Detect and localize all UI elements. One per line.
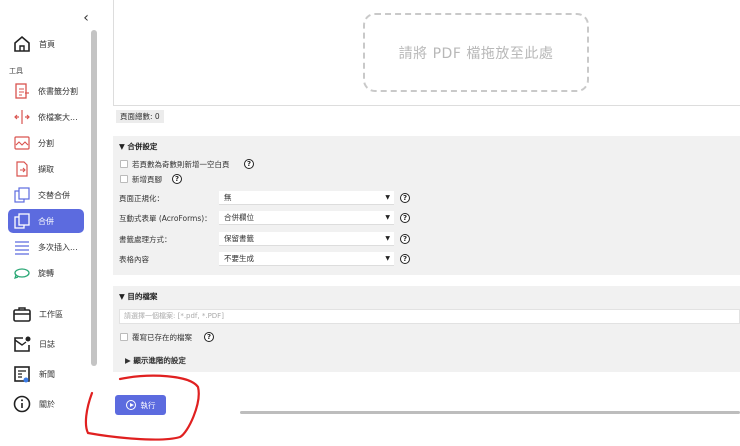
multi-insert-icon [15,241,29,255]
overwrite-checkbox[interactable] [120,333,128,341]
table-of-contents-label: 表格內容 [119,255,149,264]
footer-checkbox[interactable] [120,175,128,183]
bookmark-handling-label: 書籤處理方式： [119,235,172,244]
main-content: 請將 PDF 檔拖放至此處 頁面總數: 0 ▼ 合併設定 若頁數為奇數則新增一空… [113,0,740,446]
select-value: 合併欄位 [224,213,254,222]
horizontal-scrollbar[interactable] [240,411,740,414]
sidebar-item-label: 首頁 [39,39,55,49]
normalize-select[interactable]: 無 ▼ [219,191,394,205]
run-button-label: 執行 [140,400,156,410]
briefcase-icon [13,307,31,322]
merge-settings-title[interactable]: ▼ 合併設定 [119,141,157,152]
sidebar-item-label: 工作區 [39,309,63,319]
sidebar-item-label: 擷取 [38,164,54,174]
rotate-icon [14,268,30,279]
select-value: 保留書籤 [224,234,254,243]
sidebar-item-label: 合併 [38,216,54,226]
split-icon [14,136,30,150]
help-icon[interactable]: ? [400,193,410,203]
home-icon [14,35,30,52]
select-value: 不要生成 [224,254,254,263]
overwrite-label: 覆寫已存在的檔案 [132,333,192,342]
sidebar-item-label: 依檔案大... [38,112,78,122]
sidebar-item-multi-insert[interactable]: 多次插入... [8,235,84,259]
sidebar-item-workspace[interactable]: 工作區 [8,301,84,327]
chevron-down-icon: ▼ [385,235,390,242]
acroforms-select[interactable]: 合併欄位 ▼ [219,211,394,225]
destination-panel: ▼ 目的檔案 覆寫已存在的檔案 ? ▶ 顯示進階的設定 [113,286,740,372]
sidebar: ‹ 首頁 工具 依書籤分割 依檔案大... 分割 擷取 交替合併 合併 多次插入… [0,0,100,446]
normalize-label: 頁面正規化： [119,194,164,203]
alternate-merge-icon [14,187,30,203]
help-icon[interactable]: ? [400,234,410,244]
news-icon [14,366,30,383]
sidebar-scrollbar[interactable] [91,30,97,366]
sidebar-item-label: 關於 [39,399,55,409]
tools-section-label: 工具 [9,67,23,75]
merge-settings-panel: ▼ 合併設定 若頁數為奇數則新增一空白頁 ? 新增頁腳 ? 頁面正規化： 無 ▼ … [113,136,740,275]
sidebar-item-alternate-merge[interactable]: 交替合併 [8,183,84,207]
sidebar-item-extract[interactable]: 擷取 [8,157,84,181]
destination-title[interactable]: ▼ 目的檔案 [119,291,157,302]
chevron-down-icon: ▼ [385,214,390,221]
destination-path-input[interactable]: 請選擇一個檔案: [*.pdf, *.PDF] [119,309,740,324]
sidebar-item-label: 分割 [38,138,54,148]
help-icon[interactable]: ? [172,174,182,184]
sidebar-item-log[interactable]: 日誌 [8,331,84,357]
sidebar-item-rotate[interactable]: 旋轉 [8,261,84,285]
extract-icon [16,161,28,177]
select-value: 無 [224,193,232,202]
sidebar-item-label: 新聞 [39,369,55,379]
app-window: ‹ 首頁 工具 依書籤分割 依檔案大... 分割 擷取 交替合併 合併 多次插入… [0,0,740,446]
mail-icon [14,336,31,352]
help-icon[interactable]: ? [400,213,410,223]
odd-pages-checkbox[interactable] [120,160,128,168]
sidebar-item-news[interactable]: 新聞 [8,361,84,387]
help-icon[interactable]: ? [244,159,254,169]
acroforms-label: 互動式表單 (AcroForms)： [119,214,212,223]
footer-label: 新增頁腳 [132,175,162,184]
info-icon [13,395,31,413]
sidebar-item-about[interactable]: 關於 [8,391,84,417]
sidebar-item-label: 旋轉 [38,268,54,278]
chevron-down-icon: ▼ [385,194,390,201]
sidebar-item-label: 日誌 [39,339,55,349]
pdf-drop-zone[interactable]: 請將 PDF 檔拖放至此處 [363,13,589,92]
help-icon[interactable]: ? [400,254,410,264]
sidebar-item-split-size[interactable]: 依檔案大... [8,105,84,129]
help-icon[interactable]: ? [204,332,214,342]
sidebar-item-label: 多次插入... [38,242,78,252]
split-bookmark-icon [15,83,29,99]
sidebar-item-split-bookmark[interactable]: 依書籤分割 [8,79,84,103]
bookmark-handling-select[interactable]: 保留書籤 ▼ [219,232,394,246]
sidebar-item-split[interactable]: 分割 [8,131,84,155]
sidebar-item-label: 依書籤分割 [38,86,78,96]
odd-pages-label: 若頁數為奇數則新增一空白頁 [132,160,230,169]
page-count-label: 頁面總數: 0 [116,110,164,123]
collapse-sidebar-button[interactable]: ‹ [79,11,93,25]
run-button[interactable]: 執行 [115,395,166,415]
play-icon [125,400,136,410]
sidebar-item-label: 交替合併 [38,190,70,200]
sidebar-item-merge[interactable]: 合併 [8,209,84,233]
sidebar-item-home[interactable]: 首頁 [8,31,84,57]
file-drop-area[interactable]: 請將 PDF 檔拖放至此處 [113,0,740,106]
merge-icon [14,213,30,229]
chevron-down-icon: ▼ [385,255,390,262]
table-of-contents-select[interactable]: 不要生成 ▼ [219,252,394,266]
split-size-icon [14,110,30,124]
show-advanced-toggle[interactable]: ▶ 顯示進階的設定 [125,355,186,366]
